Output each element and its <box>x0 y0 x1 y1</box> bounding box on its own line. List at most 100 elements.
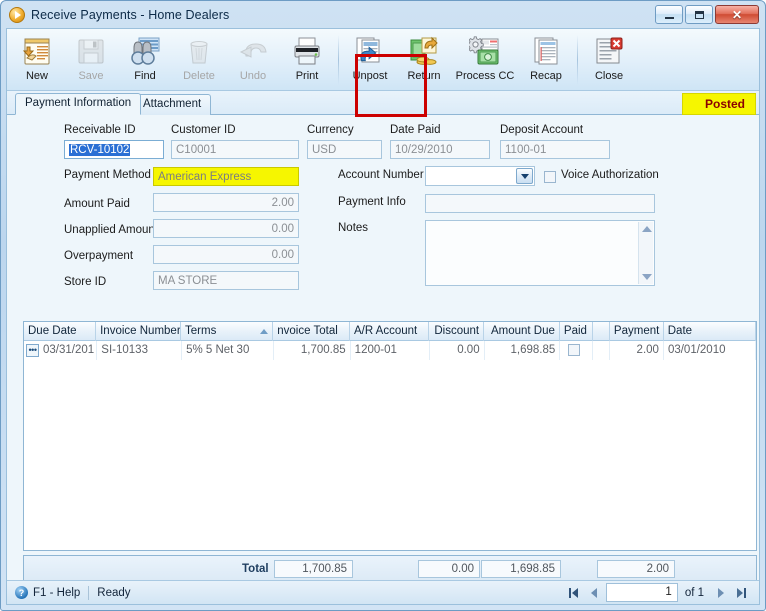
label-receivable-id: Receivable ID <box>64 124 136 136</box>
grid-col-due-date[interactable]: Due Date <box>24 322 97 341</box>
toolbar-button-unpost[interactable]: Unpost <box>343 32 397 88</box>
previous-record-button[interactable] <box>585 583 604 602</box>
toolbar-button-recap[interactable]: Recap <box>519 32 573 88</box>
grid-col-invoice-total[interactable]: nvoice Total <box>273 322 350 341</box>
help-circle-icon[interactable]: ? <box>15 586 28 599</box>
binoculars-icon <box>129 36 161 67</box>
tab-attachment[interactable]: Attachment <box>133 94 212 115</box>
toolbar-label-find: Find <box>134 70 156 82</box>
cell-date[interactable]: 03/01/2010 <box>664 341 756 360</box>
grid-header-row: Due Date Invoice Number Terms nvoice Tot… <box>24 322 756 341</box>
status-text: Ready <box>97 586 131 599</box>
scroll-up-icon[interactable] <box>642 226 652 232</box>
cell-due-date[interactable]: ••• 03/31/201 <box>24 341 98 360</box>
unapplied-amount-field[interactable]: 0.00 <box>153 219 299 238</box>
grid-col-ar-account[interactable]: A/R Account <box>350 322 430 341</box>
status-badge: Posted <box>681 93 756 115</box>
previous-record-icon <box>591 587 598 598</box>
window-client-area: New Save Find Delete Undo Print Unpost R… <box>6 28 760 605</box>
maximize-icon <box>694 10 704 19</box>
notes-scrollbar[interactable] <box>638 222 653 284</box>
toolbar-button-delete: Delete <box>172 32 226 88</box>
label-unapplied-amount: Unapplied Amount <box>64 224 158 236</box>
paid-checkbox[interactable] <box>568 344 581 356</box>
notes-textarea[interactable] <box>425 220 655 286</box>
date-paid-field[interactable]: 10/29/2010 <box>390 140 490 159</box>
app-icon <box>9 6 25 23</box>
grid-col-terms[interactable]: Terms <box>181 322 274 341</box>
deposit-account-field[interactable]: 1100-01 <box>500 140 610 159</box>
toolbar-label-new: New <box>25 70 48 82</box>
label-date-paid: Date Paid <box>390 124 441 136</box>
help-text[interactable]: F1 - Help <box>33 587 80 599</box>
store-id-field[interactable]: MA STORE <box>153 271 299 290</box>
grid-col-amount-due[interactable]: Amount Due <box>484 322 560 341</box>
tab-attachment-label: Attachment <box>143 98 202 110</box>
new-document-icon <box>21 36 53 67</box>
toolbar-button-find[interactable]: Find <box>118 32 172 88</box>
account-number-dropdown[interactable] <box>425 166 535 186</box>
scroll-down-icon[interactable] <box>642 274 652 280</box>
table-row[interactable]: ••• 03/31/201 SI-10133 5% 5 Net 30 1,700… <box>24 341 756 360</box>
receivable-id-value: RCV-10102 <box>69 144 131 156</box>
payment-info-field[interactable] <box>425 194 655 213</box>
record-navigator: 1 of 1 <box>564 583 751 602</box>
toolbar-button-new[interactable]: New <box>10 32 64 88</box>
payment-method-field[interactable]: American Express <box>153 167 299 186</box>
cell-paid[interactable] <box>560 341 593 360</box>
cell-payment[interactable]: 2.00 <box>610 341 664 360</box>
cell-terms[interactable]: 5% 5 Net 30 <box>182 341 275 360</box>
toolbar-button-print[interactable]: Print <box>280 32 334 88</box>
toolbar-button-return[interactable]: Return <box>397 32 451 88</box>
cell-invoice-number[interactable]: SI-10133 <box>97 341 183 360</box>
grid-col-discount[interactable]: Discount <box>429 322 485 341</box>
first-record-button[interactable] <box>564 583 583 602</box>
tab-payment-information-label: Payment Information <box>25 97 132 109</box>
maximize-button[interactable] <box>685 5 713 24</box>
grid-col-payment[interactable]: Payment <box>610 322 664 341</box>
label-account-number: Account Number <box>338 169 424 181</box>
current-page-input[interactable]: 1 <box>605 583 678 602</box>
application-window: Receive Payments - Home Dealers ✕ New Sa… <box>0 0 766 611</box>
overpayment-field[interactable]: 0.00 <box>153 245 299 264</box>
cell-invoice-total[interactable]: 1,700.85 <box>274 341 351 360</box>
toolbar-button-undo: Undo <box>226 32 280 88</box>
voice-authorization-checkbox[interactable] <box>544 171 556 183</box>
toolbar-label-process-cc: Process CC <box>455 70 515 82</box>
row-selector-ellipsis-icon[interactable]: ••• <box>26 344 39 357</box>
chevron-down-icon[interactable] <box>516 168 533 184</box>
tab-payment-information[interactable]: Payment Information <box>15 93 142 115</box>
toolbar-separator-1 <box>338 35 339 85</box>
minimize-button[interactable] <box>655 5 683 24</box>
cell-spacer <box>593 341 611 360</box>
printer-icon <box>291 36 323 67</box>
toolbar-label-save: Save <box>78 70 104 82</box>
next-record-button[interactable] <box>711 583 730 602</box>
recap-report-icon <box>530 36 562 67</box>
grid-col-invoice-number[interactable]: Invoice Number <box>96 322 182 341</box>
label-notes: Notes <box>338 222 369 234</box>
toolbar-label-undo: Undo <box>239 70 267 82</box>
toolbar-label-return: Return <box>407 70 441 82</box>
invoice-grid[interactable]: Due Date Invoice Number Terms nvoice Tot… <box>23 321 757 551</box>
grid-col-terms-label: Terms <box>185 325 217 337</box>
toolbar-button-process-cc[interactable]: Process CC <box>451 32 519 88</box>
close-button[interactable]: ✕ <box>715 5 759 24</box>
grid-col-paid[interactable]: Paid <box>560 322 593 341</box>
amount-paid-field[interactable]: 2.00 <box>153 193 299 212</box>
cell-amount-due[interactable]: 1,698.85 <box>485 341 561 360</box>
totals-amount-due: 1,698.85 <box>481 560 561 578</box>
close-document-icon <box>593 36 625 67</box>
toolbar-button-close[interactable]: Close <box>582 32 636 88</box>
grid-col-date[interactable]: Date <box>664 322 756 341</box>
last-record-button[interactable] <box>732 583 751 602</box>
cell-discount[interactable]: 0.00 <box>430 341 485 360</box>
cell-ar-account[interactable]: 1200-01 <box>351 341 430 360</box>
receivable-id-field[interactable]: RCV-10102 <box>64 140 164 159</box>
grid-col-spacer[interactable] <box>593 322 610 341</box>
toolbar-label-close: Close <box>594 70 624 82</box>
currency-field[interactable]: USD <box>307 140 382 159</box>
totals-payment: 2.00 <box>597 560 675 578</box>
customer-id-field[interactable]: C10001 <box>171 140 299 159</box>
process-cc-icon <box>466 36 501 67</box>
